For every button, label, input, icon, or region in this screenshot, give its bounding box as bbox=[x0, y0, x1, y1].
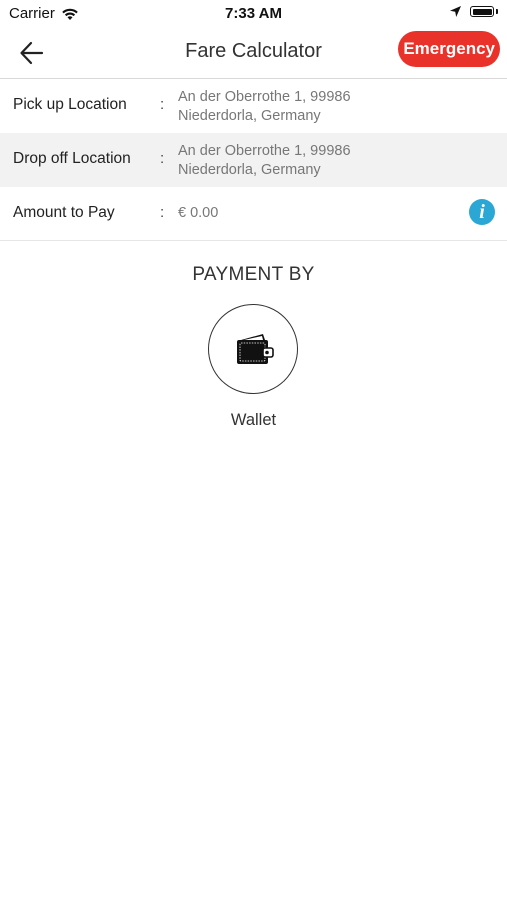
dropoff-row: Drop off Location : An der Oberrothe 1, … bbox=[0, 133, 507, 187]
info-icon[interactable]: i bbox=[469, 199, 495, 225]
wallet-label: Wallet bbox=[230, 411, 277, 429]
status-indicators bbox=[449, 5, 498, 18]
pickup-address-line2: Niederdorla, Germany bbox=[178, 108, 321, 124]
fare-details: Pick up Location : An der Oberrothe 1, 9… bbox=[0, 79, 507, 241]
pickup-separator: : bbox=[160, 96, 165, 113]
nav-bar: Fare Calculator Emergency bbox=[0, 28, 507, 79]
amount-label: Amount to Pay bbox=[13, 204, 115, 221]
amount-row: Amount to Pay : € 0.00 i bbox=[0, 187, 507, 241]
battery-icon bbox=[470, 6, 494, 17]
status-bar: Carrier 7:33 AM bbox=[0, 0, 507, 28]
wallet-payment-button[interactable] bbox=[208, 304, 298, 394]
dropoff-separator: : bbox=[160, 150, 165, 167]
wallet-icon bbox=[237, 334, 274, 364]
emergency-button[interactable]: Emergency bbox=[398, 31, 500, 67]
pickup-row: Pick up Location : An der Oberrothe 1, 9… bbox=[0, 79, 507, 133]
dropoff-label: Drop off Location bbox=[13, 150, 131, 167]
location-arrow-icon bbox=[450, 6, 461, 17]
pickup-address: An der Oberrothe 1, 99986 Niederdorla, G… bbox=[178, 88, 351, 126]
payment-heading: PAYMENT BY bbox=[192, 264, 315, 285]
amount-separator: : bbox=[160, 204, 165, 221]
dropoff-address-line1: An der Oberrothe 1, 99986 bbox=[178, 143, 351, 159]
pickup-label: Pick up Location bbox=[13, 96, 127, 113]
status-time: 7:33 AM bbox=[225, 5, 282, 22]
amount-value: € 0.00 bbox=[178, 205, 219, 221]
dropoff-address-line2: Niederdorla, Germany bbox=[178, 162, 321, 178]
dropoff-address: An der Oberrothe 1, 99986 Niederdorla, G… bbox=[178, 142, 351, 180]
payment-section: PAYMENT BY Wallet bbox=[0, 264, 507, 429]
section-divider bbox=[0, 240, 507, 241]
battery-tip bbox=[496, 9, 498, 14]
pickup-address-line1: An der Oberrothe 1, 99986 bbox=[178, 89, 351, 105]
